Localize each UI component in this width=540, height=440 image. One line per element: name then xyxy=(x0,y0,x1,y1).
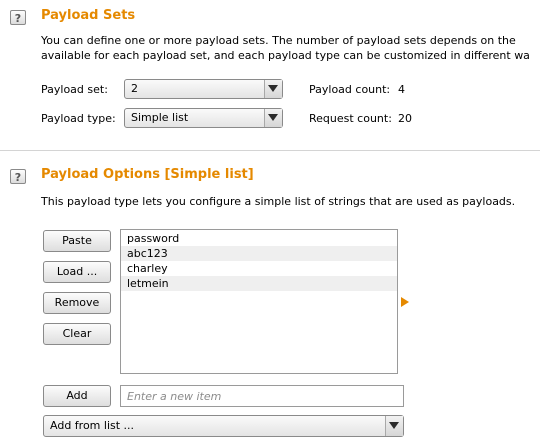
payload-count-value: 4 xyxy=(398,83,405,96)
list-item[interactable]: charley xyxy=(121,261,397,276)
payload-set-select[interactable]: 2 xyxy=(124,79,283,99)
paste-button[interactable]: Paste xyxy=(43,230,111,252)
clear-button[interactable]: Clear xyxy=(43,323,111,345)
load-button[interactable]: Load ... xyxy=(43,261,111,283)
payload-type-select[interactable]: Simple list xyxy=(124,108,283,128)
payload-type-label: Payload type: xyxy=(41,112,116,125)
new-item-input[interactable] xyxy=(120,385,404,407)
chevron-down-icon xyxy=(264,80,282,98)
add-from-list-label: Add from list ... xyxy=(50,419,135,432)
add-from-list-select[interactable]: Add from list ... xyxy=(43,415,404,437)
list-item[interactable]: letmein xyxy=(121,276,397,291)
payload-type-value: Simple list xyxy=(131,111,189,124)
payload-options-title: Payload Options [Simple list] xyxy=(41,167,254,182)
section-divider xyxy=(0,150,540,151)
payload-sets-title: Payload Sets xyxy=(41,8,136,23)
triangle-right-icon[interactable] xyxy=(401,297,409,307)
chevron-down-icon xyxy=(264,109,282,127)
list-item[interactable]: abc123 xyxy=(121,246,397,261)
request-count-value: 20 xyxy=(398,112,412,125)
remove-button[interactable]: Remove xyxy=(43,292,111,314)
chevron-down-icon xyxy=(385,416,403,436)
help-icon[interactable]: ? xyxy=(10,169,26,184)
help-icon[interactable]: ? xyxy=(10,10,26,25)
list-item[interactable]: password xyxy=(121,231,397,246)
payload-count-label: Payload count: xyxy=(309,83,391,96)
payload-options-description: This payload type lets you configure a s… xyxy=(41,195,516,208)
request-count-label: Request count: xyxy=(309,112,392,125)
payload-set-value: 2 xyxy=(131,82,138,95)
payload-sets-description-line1: You can define one or more payload sets.… xyxy=(41,34,516,47)
payload-sets-description-line2: available for each payload set, and each… xyxy=(41,49,530,62)
add-button[interactable]: Add xyxy=(43,385,111,407)
payload-list[interactable]: password abc123 charley letmein xyxy=(120,229,398,374)
payload-set-label: Payload set: xyxy=(41,83,108,96)
intruder-payloads-panel: ? Payload Sets You can define one or mor… xyxy=(0,0,540,440)
